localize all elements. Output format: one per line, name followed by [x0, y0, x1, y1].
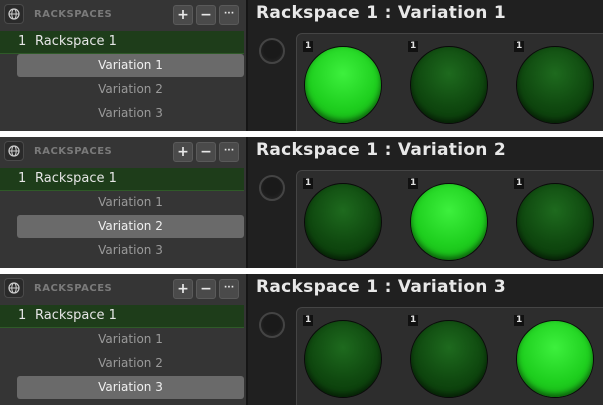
pad-button-3[interactable]	[516, 183, 594, 261]
rackspace-sidebar: RACKSPACES + − ··· 1 Rackspace 1 Variati…	[0, 0, 248, 131]
sidebar-header: RACKSPACES + − ···	[0, 0, 246, 30]
pad-label-3: 1	[514, 315, 525, 326]
pad-label-2: 1	[408, 41, 419, 52]
more-options-button[interactable]: ···	[219, 142, 239, 162]
side-knob[interactable]	[259, 38, 285, 64]
rackspace-sidebar: RACKSPACES + − ··· 1 Rackspace 1 Variati…	[0, 137, 248, 268]
rackspace-name: Rackspace 1	[35, 34, 117, 49]
rackspace-name: Rackspace 1	[35, 308, 117, 323]
rackspace-item[interactable]: 1 Rackspace 1	[0, 31, 244, 54]
panel-2: RACKSPACES + − ··· 1 Rackspace 1 Variati…	[0, 137, 603, 268]
sidebar-title: RACKSPACES	[34, 9, 113, 20]
rack-area: 1 1 1	[296, 33, 603, 131]
more-options-button[interactable]: ···	[219, 5, 239, 25]
pad-button-3[interactable]	[516, 320, 594, 398]
globe-icon[interactable]	[4, 278, 24, 298]
rackspace-number: 1	[18, 308, 27, 323]
pad-button-2[interactable]	[410, 183, 488, 261]
rackspace-sidebar: RACKSPACES + − ··· 1 Rackspace 1 Variati…	[0, 274, 248, 405]
variation-item-2[interactable]: Variation 2	[17, 215, 244, 238]
variation-item-2[interactable]: Variation 2	[17, 352, 244, 375]
pad-label-2: 1	[408, 178, 419, 189]
pad-button-2[interactable]	[410, 320, 488, 398]
side-knob[interactable]	[259, 312, 285, 338]
sidebar-header: RACKSPACES + − ···	[0, 137, 246, 167]
globe-icon[interactable]	[4, 4, 24, 24]
add-rackspace-button[interactable]: +	[173, 279, 193, 299]
rackspace-name: Rackspace 1	[35, 171, 117, 186]
rack-area: 1 1 1	[296, 307, 603, 405]
panel-1: RACKSPACES + − ··· 1 Rackspace 1 Variati…	[0, 0, 603, 131]
rackspace-item[interactable]: 1 Rackspace 1	[0, 168, 244, 191]
variation-item-3[interactable]: Variation 3	[17, 239, 244, 262]
side-knob[interactable]	[259, 175, 285, 201]
rackspace-number: 1	[18, 171, 27, 186]
variation-item-3[interactable]: Variation 3	[17, 102, 244, 125]
page-title: Rackspace 1 : Variation 1	[256, 3, 507, 23]
sidebar-title: RACKSPACES	[34, 283, 113, 294]
pad-label-3: 1	[514, 41, 525, 52]
remove-rackspace-button[interactable]: −	[196, 142, 216, 162]
pad-button-2[interactable]	[410, 46, 488, 124]
variation-item-1[interactable]: Variation 1	[17, 328, 244, 351]
pad-button-3[interactable]	[516, 46, 594, 124]
sidebar-header: RACKSPACES + − ···	[0, 274, 246, 304]
rack-area: 1 1 1	[296, 170, 603, 268]
variation-item-1[interactable]: Variation 1	[17, 191, 244, 214]
pad-label-1: 1	[303, 315, 314, 326]
page-title: Rackspace 1 : Variation 3	[256, 277, 507, 297]
pad-label-1: 1	[303, 41, 314, 52]
remove-rackspace-button[interactable]: −	[196, 5, 216, 25]
pad-button-1[interactable]	[304, 320, 382, 398]
pad-label-1: 1	[303, 178, 314, 189]
globe-icon[interactable]	[4, 141, 24, 161]
add-rackspace-button[interactable]: +	[173, 5, 193, 25]
add-rackspace-button[interactable]: +	[173, 142, 193, 162]
more-options-button[interactable]: ···	[219, 279, 239, 299]
page-title: Rackspace 1 : Variation 2	[256, 140, 507, 160]
rackspace-item[interactable]: 1 Rackspace 1	[0, 305, 244, 328]
pad-button-1[interactable]	[304, 46, 382, 124]
variation-item-3[interactable]: Variation 3	[17, 376, 244, 399]
pad-label-3: 1	[514, 178, 525, 189]
rackspace-number: 1	[18, 34, 27, 49]
sidebar-title: RACKSPACES	[34, 146, 113, 157]
variation-item-1[interactable]: Variation 1	[17, 54, 244, 77]
variation-item-2[interactable]: Variation 2	[17, 78, 244, 101]
panel-3: RACKSPACES + − ··· 1 Rackspace 1 Variati…	[0, 274, 603, 405]
remove-rackspace-button[interactable]: −	[196, 279, 216, 299]
pad-label-2: 1	[408, 315, 419, 326]
pad-button-1[interactable]	[304, 183, 382, 261]
